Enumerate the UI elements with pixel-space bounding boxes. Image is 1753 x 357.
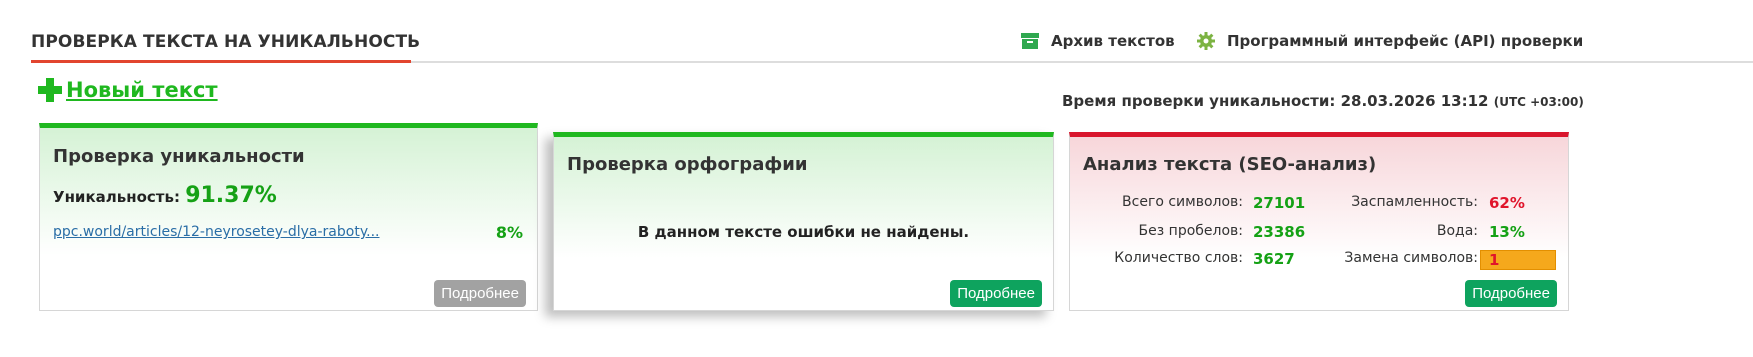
new-text-button[interactable]: Новый текст bbox=[38, 78, 218, 102]
seo-card-title: Анализ текста (SEO-анализ) bbox=[1083, 154, 1377, 175]
new-text-label: Новый текст bbox=[66, 78, 218, 102]
api-link-label: Программный интерфейс (API) проверки bbox=[1227, 32, 1584, 50]
seo-card: Анализ текста (SEO-анализ) Всего символо… bbox=[1069, 132, 1569, 311]
source-link[interactable]: ppc.world/articles/12-neyrosetey-dlya-ra… bbox=[53, 224, 383, 240]
spelling-more-button[interactable]: Подробнее bbox=[950, 280, 1042, 307]
source-percent: 8% bbox=[495, 223, 523, 242]
uniqueness-card: Проверка уникальности Уникальность: 91.3… bbox=[39, 123, 538, 311]
spam-label: Заспамленность: bbox=[1351, 194, 1478, 210]
check-time-label: Время проверки уникальности: bbox=[1062, 92, 1336, 110]
archive-link[interactable]: Архив текстов bbox=[1021, 32, 1175, 50]
no-spaces-label: Без пробелов: bbox=[1138, 223, 1243, 239]
page-title: ПРОВЕРКА ТЕКСТА НА УНИКАЛЬНОСТЬ bbox=[31, 32, 421, 52]
uniqueness-label: Уникальность: bbox=[53, 188, 180, 206]
replace-chars-label: Замена символов: bbox=[1344, 250, 1478, 266]
api-link[interactable]: Программный интерфейс (API) проверки bbox=[1197, 32, 1583, 50]
replace-chars-value: 1 bbox=[1489, 251, 1500, 269]
water-label: Вода: bbox=[1436, 223, 1478, 239]
spam-value: 62% bbox=[1489, 194, 1525, 212]
gear-icon bbox=[1197, 32, 1215, 50]
spelling-card-title: Проверка орфографии bbox=[567, 154, 808, 175]
check-time-timezone: (UTC +03:00) bbox=[1493, 95, 1584, 109]
archive-link-label: Архив текстов bbox=[1051, 32, 1175, 50]
page-header: ПРОВЕРКА ТЕКСТА НА УНИКАЛЬНОСТЬ Архив те… bbox=[0, 0, 1753, 64]
spelling-card: Проверка орфографии В данном тексте ошиб… bbox=[553, 132, 1054, 311]
words-count-label: Количество слов: bbox=[1114, 250, 1243, 266]
total-chars-value: 27101 bbox=[1253, 194, 1306, 212]
plus-icon bbox=[38, 78, 62, 102]
archive-box-icon bbox=[1021, 32, 1039, 50]
uniqueness-more-button[interactable]: Подробнее bbox=[434, 280, 526, 307]
title-underline bbox=[31, 60, 411, 63]
check-time-value: 28.03.2026 13:12 bbox=[1340, 92, 1489, 110]
uniqueness-card-title: Проверка уникальности bbox=[53, 146, 305, 167]
total-chars-label: Всего символов: bbox=[1122, 194, 1243, 210]
water-value: 13% bbox=[1489, 223, 1525, 241]
spelling-result-message: В данном тексте ошибки не найдены. bbox=[637, 223, 970, 241]
seo-more-button[interactable]: Подробнее bbox=[1465, 280, 1557, 307]
check-time: Время проверки уникальности: 28.03.2026 … bbox=[1062, 92, 1584, 110]
uniqueness-line: Уникальность: 91.37% bbox=[53, 183, 277, 208]
no-spaces-value: 23386 bbox=[1253, 223, 1306, 241]
words-count-value: 3627 bbox=[1253, 250, 1295, 268]
uniqueness-value: 91.37% bbox=[185, 183, 277, 208]
